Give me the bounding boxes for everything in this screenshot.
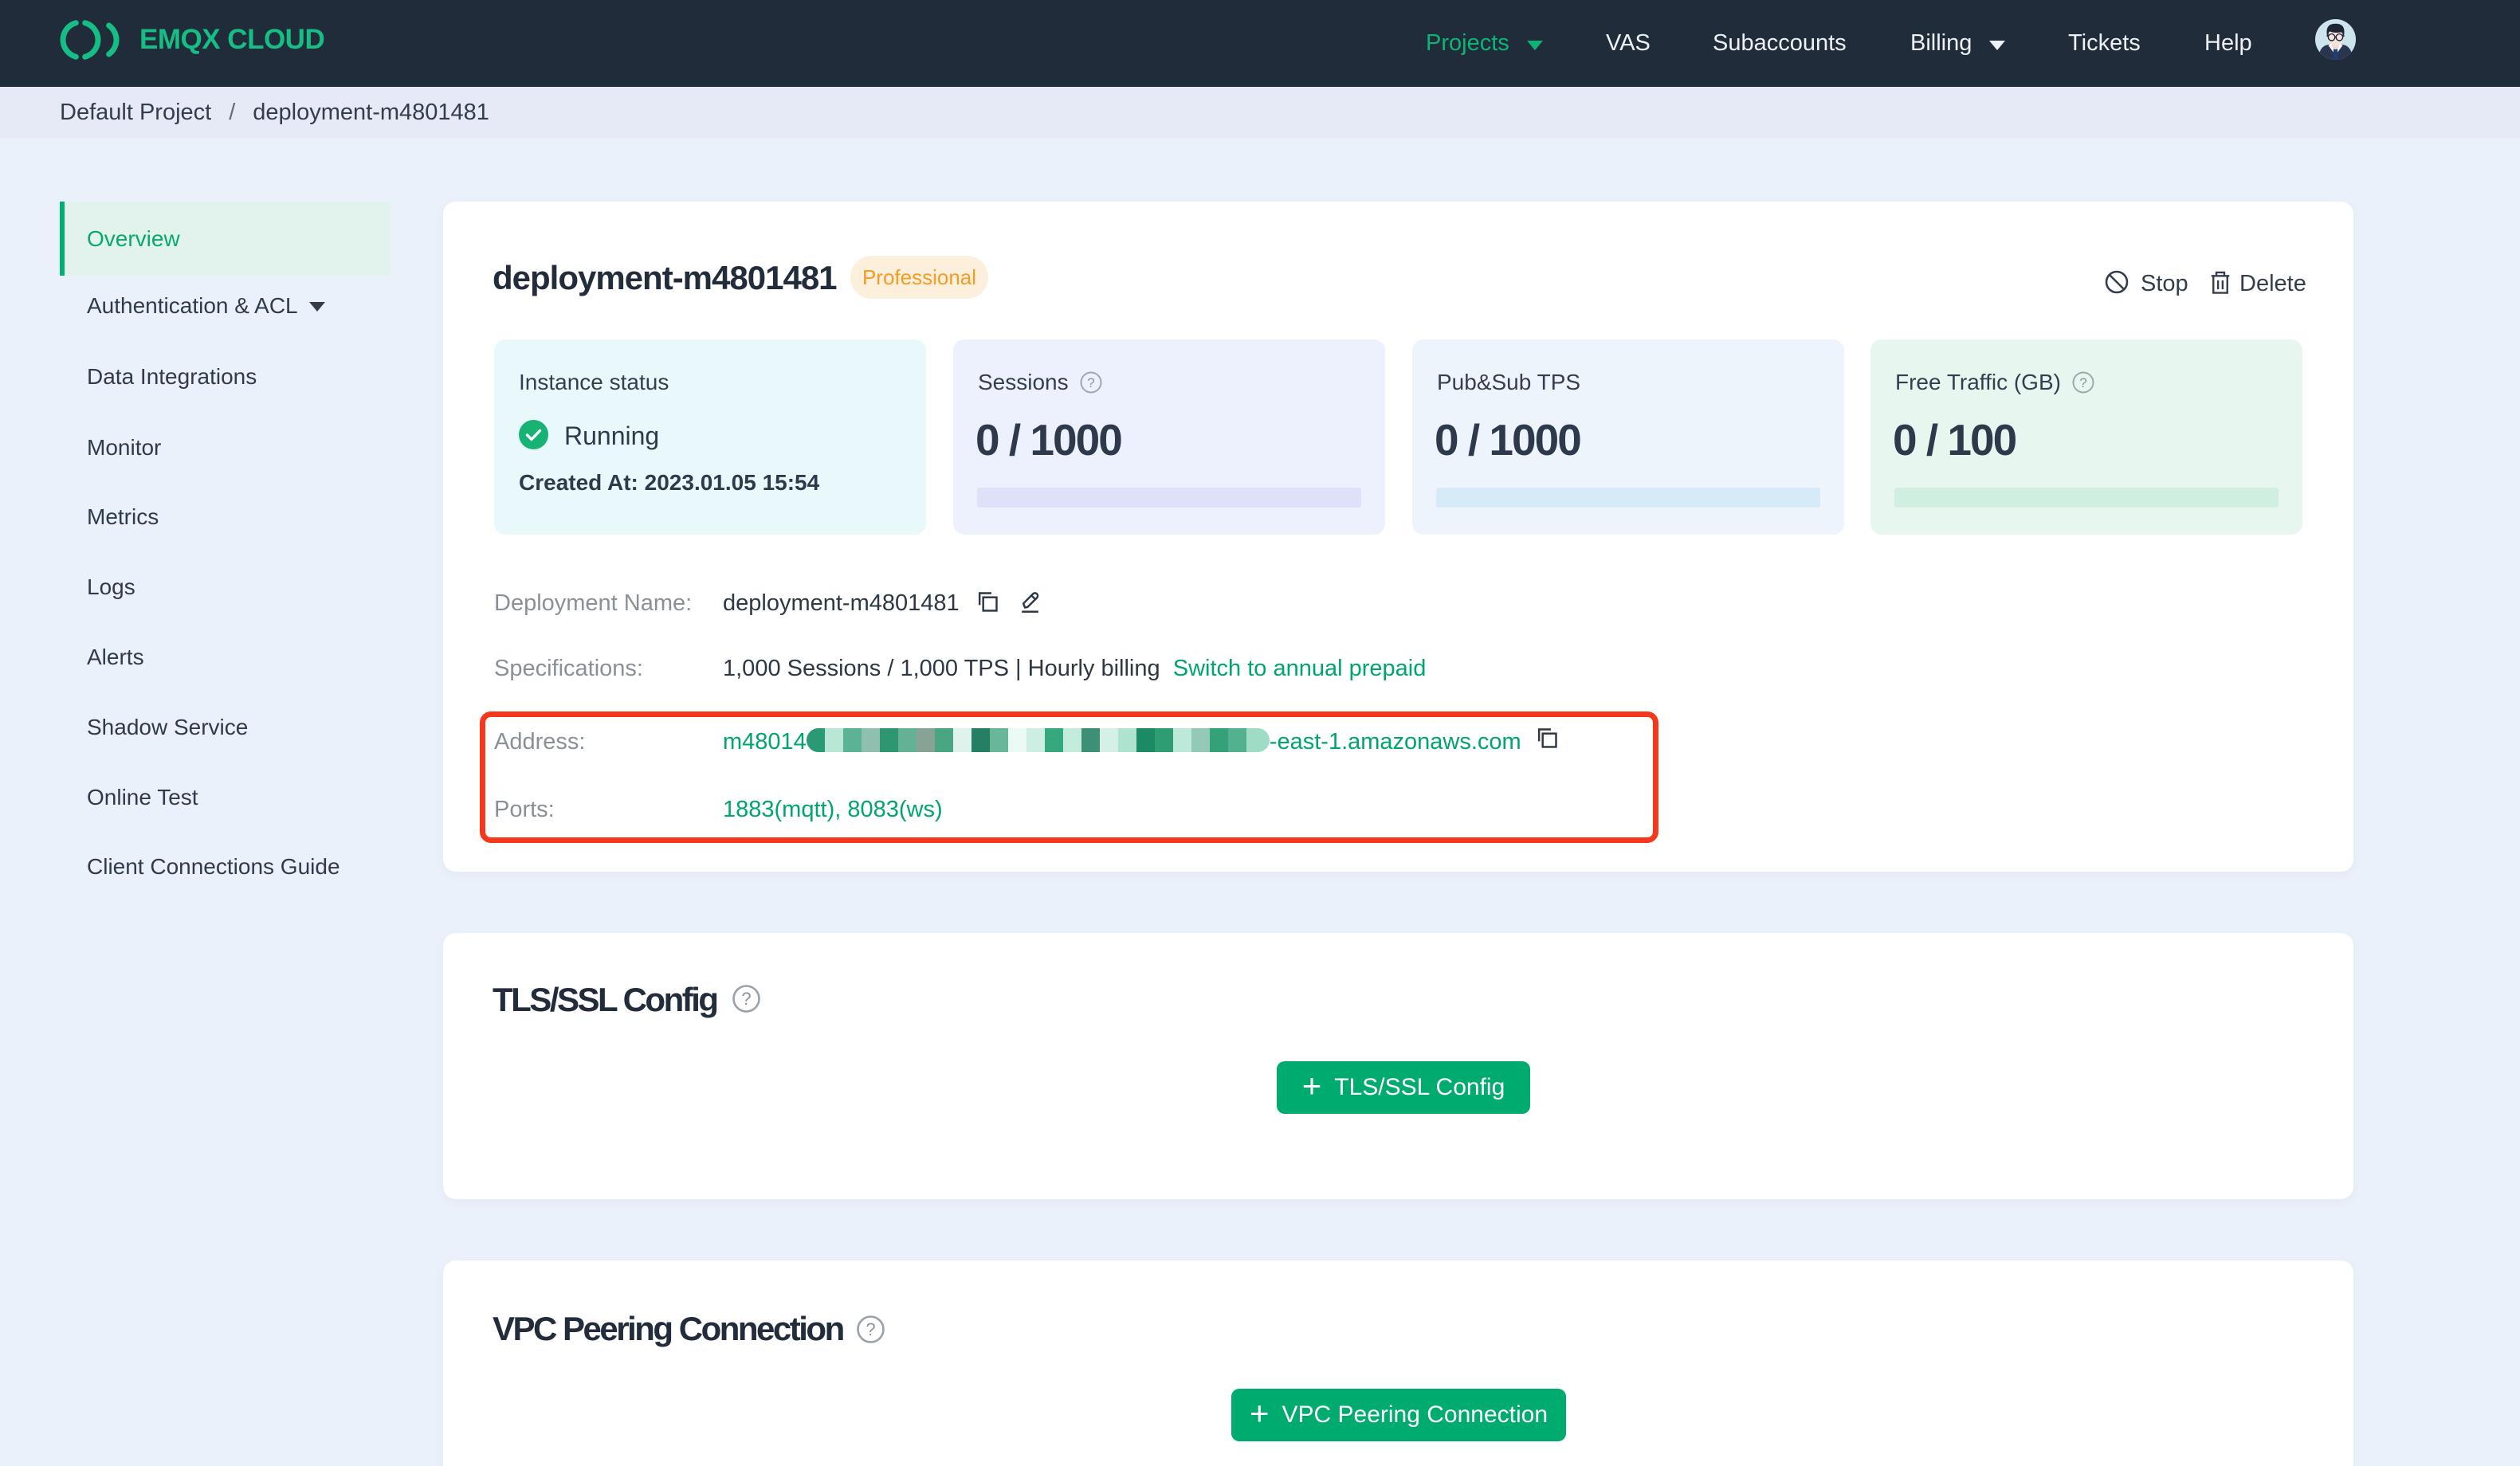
svg-text:?: ?	[2079, 375, 2086, 390]
svg-text:?: ?	[1087, 375, 1094, 390]
svg-text:?: ?	[866, 1319, 875, 1339]
svg-text:?: ?	[741, 989, 751, 1009]
